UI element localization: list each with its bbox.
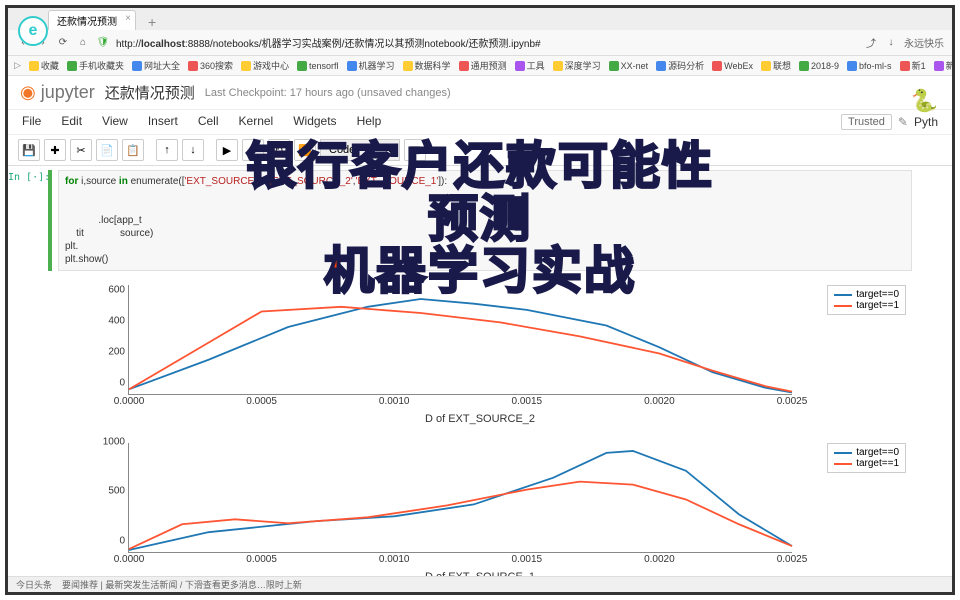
bookmark-item[interactable]: 收藏 (29, 59, 59, 72)
command-palette-button[interactable]: 📟 (404, 139, 426, 161)
jupyter-header: ◉ jupyter 还款情况预测 Last Checkpoint: 17 hou… (8, 76, 952, 110)
shield-icon[interactable]: 🛡 (96, 36, 110, 50)
chart-legend: target==0target==1 (827, 285, 906, 315)
bookmark-item[interactable]: 源码分析 (656, 59, 704, 72)
move-up-button[interactable]: ↑ (156, 139, 178, 161)
notebook-title[interactable]: 还款情况预测 (105, 82, 195, 103)
y-tick: 600 (108, 284, 129, 295)
bookmark-item[interactable]: tensorfl (297, 61, 339, 71)
tab-strip: 还款情况预测 × + (8, 8, 952, 30)
bookmarks-bar: ▷收藏手机收藏夹网址大全360搜索游戏中心tensorfl机器学习数据科学通用预… (8, 56, 952, 76)
bookmark-item[interactable]: 联想 (761, 59, 791, 72)
menu-widgets[interactable]: Widgets (293, 114, 336, 130)
python-icon: 🐍 (911, 88, 938, 114)
bookmark-item[interactable]: 工具 (515, 59, 545, 72)
cell-prompt: In [·]: (8, 172, 50, 183)
menu-insert[interactable]: Insert (148, 114, 178, 130)
x-tick: 0.0025 (777, 552, 808, 565)
url-field[interactable]: http://localhost:8888/notebooks/机器学习实战案例… (116, 35, 858, 50)
bookmark-item[interactable]: 通用预测 (459, 59, 507, 72)
stop-button[interactable]: ■ (242, 139, 264, 161)
x-tick: 0.0020 (644, 552, 675, 565)
move-down-button[interactable]: ↓ (182, 139, 204, 161)
menu-kernel[interactable]: Kernel (239, 114, 274, 130)
reload-icon[interactable]: ⟳ (56, 36, 70, 50)
bookmark-item[interactable]: 新1 (900, 59, 926, 72)
bookmark-item[interactable]: WebEx (712, 61, 753, 71)
x-tick: 0.0005 (246, 394, 277, 407)
bookmark-item[interactable]: 游戏中心 (241, 59, 289, 72)
y-tick: 1000 (103, 436, 129, 447)
menu-edit[interactable]: Edit (61, 114, 82, 130)
x-tick: 0.0025 (777, 394, 808, 407)
share-icon[interactable]: ⤴ (864, 36, 878, 50)
menu-view[interactable]: View (102, 114, 128, 130)
x-tick: 0.0000 (114, 552, 145, 565)
trusted-badge[interactable]: Trusted (841, 114, 892, 130)
y-tick: 0 (119, 536, 129, 547)
x-tick: 0.0010 (379, 394, 410, 407)
x-tick: 0.0005 (246, 552, 277, 565)
bookmark-item[interactable]: 手机收藏夹 (67, 59, 124, 72)
x-tick: 0.0020 (644, 394, 675, 407)
bookmark-item[interactable]: 360搜索 (188, 59, 233, 72)
restart-run-button[interactable]: ⏩ (294, 139, 316, 161)
x-tick: 0.0000 (114, 394, 145, 407)
bookmark-item[interactable]: 网址大全 (132, 59, 180, 72)
address-bar: ‹ › ⟳ ⌂ 🛡 http://localhost:8888/notebook… (8, 30, 952, 56)
y-tick: 0 (119, 378, 129, 389)
menu-help[interactable]: Help (357, 114, 382, 130)
browser-right-text: 永远快乐 (904, 35, 944, 50)
status-mid: 要闻推荐 | 最新突发生活新闻 / 下滑查看更多消息…限时上新 (62, 578, 302, 591)
menu-file[interactable]: File (22, 114, 41, 130)
notebook-area: In [·]: for i,source in enumerate(['EXT_… (8, 166, 952, 585)
menu-cell[interactable]: Cell (198, 114, 219, 130)
cell-type-select[interactable]: Code (320, 139, 400, 161)
chart-0: 0 200 400 600 0.0000 0.0005 0.0010 0.0015 0.0020… (48, 277, 912, 427)
status-bar: 今日头条 要闻推荐 | 最新突发生活新闻 / 下滑查看更多消息…限时上新 (8, 576, 952, 592)
bookmark-item[interactable]: bfo-ml-s (847, 61, 892, 71)
bookmark-item[interactable]: 机器学习 (347, 59, 395, 72)
cut-button[interactable]: ✂ (70, 139, 92, 161)
bookmark-item[interactable]: XX-net (609, 61, 649, 71)
x-tick: 0.0015 (512, 394, 543, 407)
x-label: D of EXT_SOURCE_2 (425, 413, 535, 425)
home-icon[interactable]: ⌂ (76, 36, 90, 50)
jupyter-menubar: FileEditViewInsertCellKernelWidgetsHelp … (8, 110, 952, 135)
code-editor[interactable]: for i,source in enumerate(['EXT_SOURCE_3… (58, 170, 912, 271)
jupyter-logo: ◉ jupyter (20, 82, 95, 103)
jupyter-toolbar: 💾 ✚ ✂ 📄 📋 ↑ ↓ ▶ ■ ↻ ⏩ Code 📟 (8, 135, 952, 166)
close-icon[interactable]: × (125, 13, 131, 24)
browser-logo: e (18, 16, 48, 46)
x-tick: 0.0010 (379, 552, 410, 565)
bookmark-item[interactable]: 2018-9 (799, 61, 839, 71)
checkpoint-text: Last Checkpoint: 17 hours ago (unsaved c… (205, 87, 451, 99)
bookmark-item[interactable]: 深度学习 (553, 59, 601, 72)
bookmark-item[interactable]: 数据科学 (403, 59, 451, 72)
new-tab-button[interactable]: + (142, 14, 162, 30)
download-icon[interactable]: ↓ (884, 36, 898, 50)
y-tick: 200 (108, 346, 129, 357)
y-tick: 500 (108, 486, 129, 497)
pencil-icon[interactable]: ✎ (898, 115, 908, 129)
browser-tab[interactable]: 还款情况预测 × (48, 10, 136, 30)
code-cell[interactable]: In [·]: for i,source in enumerate(['EXT_… (48, 170, 912, 271)
y-tick: 400 (108, 315, 129, 326)
bookmark-item[interactable]: 新3 (934, 59, 952, 72)
run-button[interactable]: ▶ (216, 139, 238, 161)
kernel-name[interactable]: Pyth (914, 115, 938, 129)
chart-1: 0 500 1000 0.0000 0.0005 0.0010 0.0015 0.0020 0.… (48, 435, 912, 585)
paste-button[interactable]: 📋 (122, 139, 144, 161)
output-area: 0 200 400 600 0.0000 0.0005 0.0010 0.0015 0.0020… (48, 277, 912, 585)
status-left: 今日头条 (16, 578, 52, 591)
chart-legend: target==0target==1 (827, 443, 906, 473)
copy-button[interactable]: 📄 (96, 139, 118, 161)
add-cell-button[interactable]: ✚ (44, 139, 66, 161)
save-button[interactable]: 💾 (18, 139, 40, 161)
x-tick: 0.0015 (512, 552, 543, 565)
restart-button[interactable]: ↻ (268, 139, 290, 161)
